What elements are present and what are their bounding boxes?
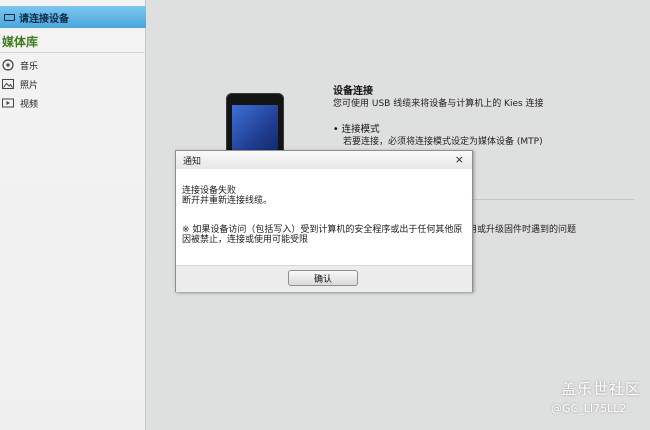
sidebar: 请连接设备 媒体库 音乐 照片 视频	[0, 0, 146, 430]
connect-device-header[interactable]: 请连接设备	[0, 6, 146, 28]
sidebar-item-videos[interactable]: 视频	[0, 94, 146, 112]
sidebar-item-label: 音乐	[20, 61, 39, 72]
sidebar-item-label: 视频	[20, 99, 39, 110]
dialog-titlebar[interactable]: 通知 ×	[176, 151, 472, 170]
library-title: 媒体库	[0, 31, 146, 53]
dialog-title: 通知	[183, 157, 202, 167]
video-icon	[2, 97, 14, 109]
dialog-body: 连接设备失败 断开并重新连接线缆。 ※ 如果设备访问（包括写入）受到计算机的安全…	[176, 169, 472, 265]
notice-dialog: 通知 × 连接设备失败 断开并重新连接线缆。 ※ 如果设备访问（包括写入）受到计…	[175, 150, 473, 292]
confirm-button[interactable]: 确认	[288, 270, 358, 286]
help-link-text[interactable]: 用或升级固件时遇到的问题	[468, 222, 576, 235]
device-icon	[4, 13, 15, 21]
sidebar-item-music[interactable]: 音乐	[0, 56, 146, 74]
dialog-footer: 确认	[176, 265, 472, 292]
sidebar-item-photos[interactable]: 照片	[0, 75, 146, 93]
watermark-handle: @GC_LI75LL2	[551, 402, 627, 415]
watermark-title: 盖乐世社区	[561, 380, 642, 398]
connect-device-label: 请连接设备	[19, 13, 69, 25]
connection-description: 您可使用 USB 线缆来将设备与计算机上的 Kies 连接	[333, 99, 544, 109]
connection-mode-description: 若要连接，必须将连接模式设定为媒体设备 (MTP)	[343, 137, 543, 147]
security-note-continued: 因被禁止，连接或使用可能受限	[182, 235, 309, 245]
music-disc-icon	[2, 59, 14, 71]
close-icon[interactable]: ×	[455, 153, 464, 166]
error-instruction: 断开并重新连接线缆。	[182, 196, 273, 206]
connection-title: 设备连接	[333, 86, 373, 97]
photo-icon	[2, 78, 14, 90]
sidebar-item-label: 照片	[20, 80, 39, 91]
connection-mode-title: • 连接模式	[333, 124, 380, 135]
